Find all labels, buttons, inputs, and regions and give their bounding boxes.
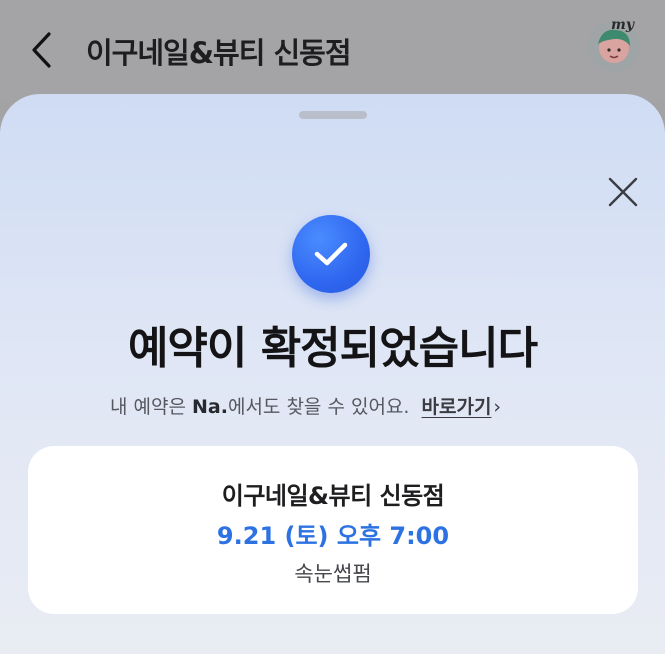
hint-suffix: 에서도 찾을 수 있어요. [227,396,410,418]
brand-name: Na. [192,396,228,418]
avatar-badge-text: my [611,17,635,33]
success-check-badge [292,215,370,293]
booking-datetime: 9.21 (토) 오후 7:00 [216,522,450,550]
chevron-left-icon [32,32,51,68]
back-button[interactable] [22,28,62,72]
page-title: 이구네일&뷰티 신동점 [86,36,352,70]
close-button[interactable] [600,172,646,212]
check-icon [314,242,348,266]
confirmation-headline: 예약이 확정되었습니다 [127,323,538,374]
my-avatar-button[interactable]: my [584,14,644,74]
shop-name: 이구네일&뷰티 신동점 [221,482,445,510]
hint-prefix: 내 예약은 [110,396,186,418]
sheet-drag-handle[interactable] [299,111,367,119]
chevron-right-icon[interactable]: › [493,396,501,418]
top-bar: 이구네일&뷰티 신동점 my [0,0,665,100]
booking-service: 속눈썹펌 [294,562,372,586]
my-booking-hint: 내 예약은 Na.에서도 찾을 수 있어요. 바로가기 › [110,392,501,419]
go-to-bookings-link[interactable]: 바로가기 [422,396,492,418]
avatar: my [588,17,640,72]
close-icon [608,177,638,207]
booking-summary-card: 이구네일&뷰티 신동점 9.21 (토) 오후 7:00 속눈썹펌 [28,446,638,614]
